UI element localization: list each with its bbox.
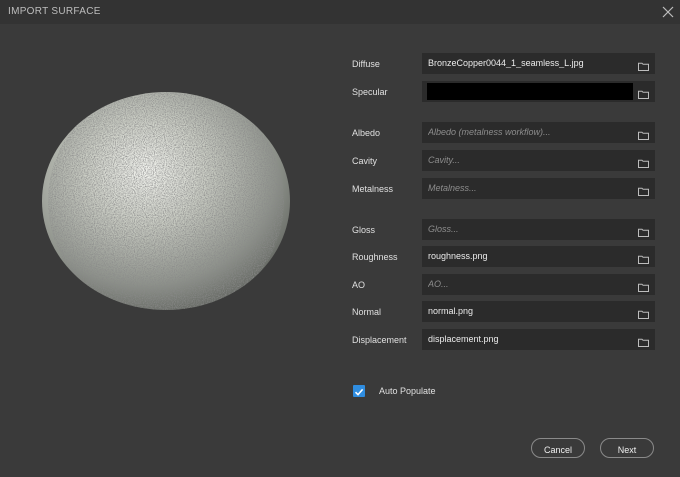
folder-icon[interactable] — [638, 127, 649, 140]
auto-populate-label: Auto Populate — [379, 386, 436, 396]
folder-icon[interactable] — [638, 306, 649, 319]
cancel-button[interactable]: Cancel — [531, 438, 585, 458]
close-icon[interactable] — [660, 4, 676, 20]
field-input-albedo[interactable]: Albedo (metalness workflow)... — [422, 122, 655, 143]
field-input-ao[interactable]: AO... — [422, 274, 655, 295]
field-input-metalness[interactable]: Metalness... — [422, 178, 655, 199]
field-value-albedo: Albedo (metalness workflow)... — [428, 127, 551, 137]
field-label-normal: Normal — [352, 307, 382, 317]
field-value-gloss: Gloss... — [428, 224, 459, 234]
specular-value-redacted — [427, 83, 633, 100]
field-input-diffuse[interactable]: BronzeCopper0044_1_seamless_L.jpg — [422, 53, 655, 74]
folder-icon[interactable] — [638, 86, 649, 99]
field-input-specular[interactable] — [422, 81, 655, 102]
folder-icon[interactable] — [638, 183, 649, 196]
folder-icon[interactable] — [638, 224, 649, 237]
folder-icon[interactable] — [638, 279, 649, 292]
field-value-diffuse: BronzeCopper0044_1_seamless_L.jpg — [428, 58, 584, 68]
field-value-cavity: Cavity... — [428, 155, 460, 165]
field-label-gloss: Gloss — [352, 225, 376, 235]
field-input-cavity[interactable]: Cavity... — [422, 150, 655, 171]
field-input-normal[interactable]: normal.png — [422, 301, 655, 322]
field-label-metalness: Metalness — [352, 184, 394, 194]
field-label-ao: AO — [352, 280, 366, 290]
field-value-metalness: Metalness... — [428, 183, 477, 193]
field-label-roughness: Roughness — [352, 252, 398, 262]
folder-icon[interactable] — [638, 58, 649, 71]
field-label-diffuse: Diffuse — [352, 59, 380, 69]
folder-icon[interactable] — [638, 334, 649, 347]
checkmark-icon — [354, 388, 364, 396]
field-input-displacement[interactable]: displacement.png — [422, 329, 655, 350]
field-label-displacement: Displacement — [352, 335, 407, 345]
folder-icon[interactable] — [638, 155, 649, 168]
field-value-displacement: displacement.png — [428, 334, 499, 344]
field-input-gloss[interactable]: Gloss... — [422, 219, 655, 240]
material-preview-sphere — [40, 92, 292, 310]
field-value-normal: normal.png — [428, 306, 474, 316]
field-value-ao: AO... — [428, 279, 449, 289]
dialog-title: IMPORT SURFACE — [8, 6, 101, 17]
folder-icon[interactable] — [638, 251, 649, 264]
auto-populate-checkbox[interactable] — [353, 385, 365, 397]
next-button[interactable]: Next — [600, 438, 654, 458]
field-label-specular: Specular — [352, 87, 388, 97]
field-label-albedo: Albedo — [352, 128, 381, 138]
field-value-roughness: roughness.png — [428, 251, 488, 261]
field-label-cavity: Cavity — [352, 156, 378, 166]
field-input-roughness[interactable]: roughness.png — [422, 246, 655, 267]
title-bar: IMPORT SURFACE — [0, 0, 680, 24]
